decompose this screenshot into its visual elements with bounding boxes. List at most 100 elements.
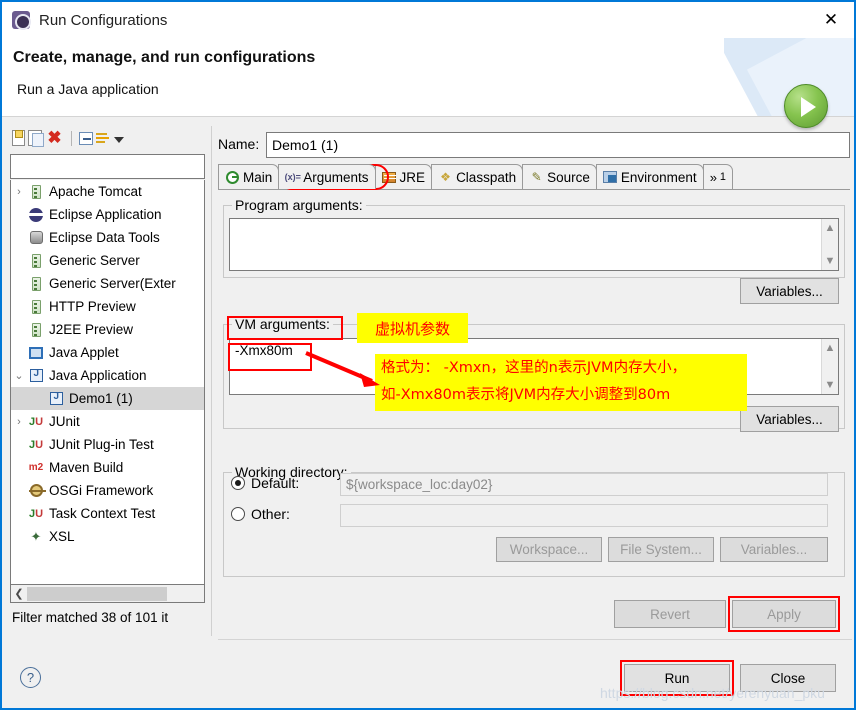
name-input[interactable] (266, 132, 850, 158)
tree-item-label: JUnit (49, 414, 80, 429)
working-directory-other-radio[interactable]: Other: (231, 506, 290, 522)
server-icon (27, 322, 45, 337)
tree-item-label: Maven Build (49, 460, 124, 475)
server-icon (27, 184, 45, 199)
apply-button[interactable]: Apply (732, 600, 836, 628)
other-directory-input[interactable] (340, 504, 828, 527)
tree-item-junit-plug-in-test[interactable]: JU JUnit Plug-in Test (11, 433, 204, 456)
other-label: Other: (251, 506, 290, 522)
scroll-up-icon[interactable]: ▲ (825, 342, 836, 354)
tree-item-label: Generic Server (49, 253, 140, 268)
name-row: Name: (218, 132, 850, 158)
junit-plugin-icon: JU (28, 438, 44, 451)
tab-jre[interactable]: JRE (374, 164, 433, 189)
tree-item-label: OSGi Framework (49, 483, 154, 498)
toolbar-separator (71, 130, 72, 146)
run-configurations-dialog: Run Configurations ✕ Create, manage, and… (0, 0, 856, 710)
tree-item-maven-build[interactable]: m2 Maven Build (11, 456, 204, 479)
name-label: Name: (218, 136, 260, 152)
vm-variables-button[interactable]: Variables... (740, 406, 839, 432)
annotation-vm-label-note: 虚拟机参数 (357, 313, 468, 343)
revert-button[interactable]: Revert (614, 600, 726, 628)
duplicate-icon[interactable] (28, 130, 44, 147)
java-app-icon (47, 391, 65, 405)
chevrons-icon: » (709, 169, 717, 185)
scroll-down-icon[interactable]: ▼ (825, 379, 836, 391)
scrollbar-thumb[interactable] (27, 586, 167, 601)
new-configuration-icon[interactable] (12, 130, 25, 146)
configuration-tree[interactable]: › Apache Tomcat Eclipse Application Eclipse… (10, 180, 205, 585)
tree-item-task-context-test[interactable]: JU Task Context Test (11, 502, 204, 525)
scroll-up-icon[interactable]: ▲ (825, 222, 836, 234)
collapse-all-icon[interactable] (79, 131, 93, 145)
tab-overflow-button[interactable]: » 1 (702, 164, 733, 189)
tab-environment[interactable]: Environment (595, 164, 704, 189)
tree-twisty-icon[interactable]: › (11, 416, 27, 428)
tab-arguments[interactable]: (x)= Arguments (278, 164, 376, 189)
program-arguments-text[interactable] (230, 219, 821, 270)
annotation-format-note-line2: 如-Xmx80m表示将JVM内存大小调整到80m (381, 387, 671, 403)
tree-item-generic-server[interactable]: Generic Server (11, 249, 204, 272)
program-variables-button[interactable]: Variables... (740, 278, 839, 304)
vm-arguments-scrollbar[interactable]: ▲ ▼ (821, 339, 838, 394)
tab-classpath[interactable]: ❖ Classpath (431, 164, 524, 189)
tree-item-eclipse-application[interactable]: Eclipse Application (11, 203, 204, 226)
workspace-button[interactable]: Workspace... (496, 537, 602, 562)
radio-selected-icon[interactable] (231, 476, 245, 490)
tree-toolbar: ✖ (8, 126, 208, 150)
tree-item-eclipse-data-tools[interactable]: Eclipse Data Tools (11, 226, 204, 249)
tree-item-generic-server-exter[interactable]: Generic Server(Exter (11, 272, 204, 295)
junit-icon: JU (28, 415, 44, 428)
arguments-tab-icon: (x)= (284, 172, 301, 182)
tree-item-java-applet[interactable]: Java Applet (11, 341, 204, 364)
default-label: Default: (251, 475, 300, 491)
help-icon[interactable]: ? (20, 667, 41, 688)
tree-item-j2ee-preview[interactable]: J2EE Preview (11, 318, 204, 341)
footer-separator (218, 639, 852, 640)
dialog-header: Create, manage, and run configurations R… (2, 38, 854, 128)
tab-main[interactable]: Main (218, 164, 280, 189)
tree-item-junit[interactable]: › JU JUnit (11, 410, 204, 433)
tree-item-http-preview[interactable]: HTTP Preview (11, 295, 204, 318)
server-icon (27, 276, 45, 291)
working-directory-default-radio[interactable]: Default: (231, 475, 299, 491)
eclipse-icon (27, 207, 45, 222)
scroll-left-icon[interactable]: ❮ (11, 587, 27, 600)
tree-item-osgi-framework[interactable]: OSGi Framework (11, 479, 204, 502)
tree-item-demo1-1[interactable]: Demo1 (1) (11, 387, 204, 410)
title-bar: Run Configurations ✕ (2, 2, 854, 38)
file-system-button[interactable]: File System... (608, 537, 714, 562)
maven-icon: m2 (28, 462, 44, 473)
watermark: https://blog.csdn.net/yerenyuan_pku (600, 685, 825, 701)
filter-icon[interactable] (96, 131, 111, 145)
tree-item-apache-tomcat[interactable]: › Apache Tomcat (11, 180, 204, 203)
program-arguments-scrollbar[interactable]: ▲ ▼ (821, 219, 838, 270)
tab-label: Main (243, 169, 273, 185)
wd-variables-button[interactable]: Variables... (720, 537, 828, 562)
tree-item-label: Java Applet (49, 345, 119, 360)
radio-unselected-icon[interactable] (231, 507, 245, 521)
tree-item-xsl[interactable]: ✦ XSL (11, 525, 204, 548)
close-icon[interactable]: ✕ (808, 2, 854, 38)
filter-input[interactable] (10, 154, 205, 179)
tab-label: JRE (399, 169, 426, 185)
tree-item-label: XSL (49, 529, 75, 544)
tree-item-label: Java Application (49, 368, 147, 383)
scroll-down-icon[interactable]: ▼ (825, 255, 836, 267)
tree-twisty-icon[interactable]: ⌄ (11, 369, 27, 382)
tab-label: Environment (620, 169, 697, 185)
database-icon (27, 231, 45, 244)
view-menu-arrow-icon[interactable] (114, 137, 124, 143)
run-banner-icon (784, 84, 828, 128)
tab-bar[interactable]: Main (x)= Arguments JRE ❖ Classpath ✎ Source Env… (218, 164, 850, 190)
tree-horizontal-scrollbar[interactable]: ❮ (10, 585, 205, 603)
delete-icon[interactable]: ✖ (45, 129, 64, 148)
tab-label: Source (547, 169, 590, 185)
tab-source[interactable]: ✎ Source (522, 164, 597, 189)
xsl-icon: ✦ (30, 528, 42, 544)
tree-item-label: J2EE Preview (49, 322, 134, 337)
tree-twisty-icon[interactable]: › (11, 186, 27, 198)
tree-item-java-application[interactable]: ⌄ Java Application (11, 364, 204, 387)
program-arguments-field[interactable]: ▲ ▼ (229, 218, 839, 271)
overflow-count: 1 (719, 171, 726, 183)
